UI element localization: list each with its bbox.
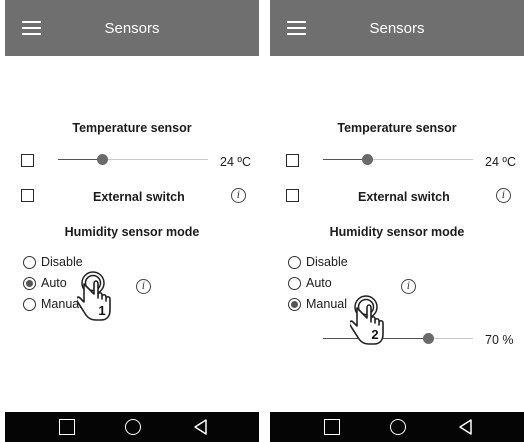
radio-label: Manual [306, 297, 347, 311]
back-triangle-icon[interactable] [194, 419, 208, 435]
external-switch-checkbox[interactable] [21, 189, 34, 202]
manual-humidity-slider[interactable] [323, 333, 473, 345]
temperature-value: 24 ºC [220, 155, 251, 169]
radio-button[interactable] [288, 277, 301, 290]
external-switch-checkbox[interactable] [286, 189, 299, 202]
phone-screen-step-1: Sensors Temperature sensor 24 ºC Externa… [5, 0, 259, 442]
temperature-slider[interactable] [323, 154, 473, 166]
radio-label: Auto [41, 276, 67, 290]
manual-humidity-value: 70 % [485, 333, 514, 347]
slider-thumb[interactable] [423, 333, 434, 344]
temperature-sensor-title: Temperature sensor [72, 121, 192, 135]
external-switch-info-icon[interactable]: i [231, 188, 246, 203]
external-switch-label: External switch [358, 190, 450, 204]
slider-thumb[interactable] [96, 154, 108, 165]
humidity-mode-info-icon[interactable]: i [401, 279, 416, 294]
radio-button[interactable] [23, 298, 36, 311]
external-switch-info-icon[interactable]: i [496, 188, 511, 203]
home-circle-icon[interactable] [125, 419, 141, 435]
gesture-step-number: 2 [371, 327, 378, 342]
slider-fill [58, 159, 102, 160]
app-bar-title: Sensors [104, 20, 160, 37]
slider-thumb[interactable] [361, 154, 373, 165]
phone-screen-step-2: Sensors Temperature sensor 24 ºC Externa… [270, 0, 524, 442]
temperature-value: 24 ºC [485, 155, 516, 169]
temperature-sensor-checkbox[interactable] [21, 154, 34, 167]
radio-label: Manual [41, 297, 82, 311]
navigation-bar [5, 412, 259, 442]
radio-button[interactable] [23, 256, 36, 269]
humidity-sensor-mode-title: Humidity sensor mode [329, 225, 465, 239]
radio-button[interactable] [288, 298, 301, 311]
slider-fill [323, 159, 367, 160]
gesture-step-number: 1 [98, 303, 105, 318]
back-triangle-icon[interactable] [459, 419, 473, 435]
navigation-bar [270, 412, 524, 442]
recents-square-icon[interactable] [59, 419, 75, 435]
screen-divider [259, 0, 270, 442]
temperature-slider[interactable] [58, 154, 208, 166]
app-bar-title: Sensors [369, 20, 425, 37]
recents-square-icon[interactable] [324, 419, 340, 435]
humidity-sensor-mode-title: Humidity sensor mode [64, 225, 200, 239]
radio-button[interactable] [23, 277, 36, 290]
temperature-sensor-title: Temperature sensor [337, 121, 457, 135]
tap-hand-icon: 2 [350, 295, 384, 345]
radio-label: Disable [306, 255, 348, 269]
radio-button[interactable] [288, 256, 301, 269]
home-circle-icon[interactable] [390, 419, 406, 435]
app-bar: Sensors [270, 0, 524, 56]
radio-label: Disable [41, 255, 83, 269]
external-switch-label: External switch [93, 190, 185, 204]
humidity-mode-info-icon[interactable]: i [136, 279, 151, 294]
tap-hand-icon: 1 [77, 271, 111, 321]
app-bar: Sensors [5, 0, 259, 56]
temperature-sensor-checkbox[interactable] [286, 154, 299, 167]
radio-label: Auto [306, 276, 332, 290]
